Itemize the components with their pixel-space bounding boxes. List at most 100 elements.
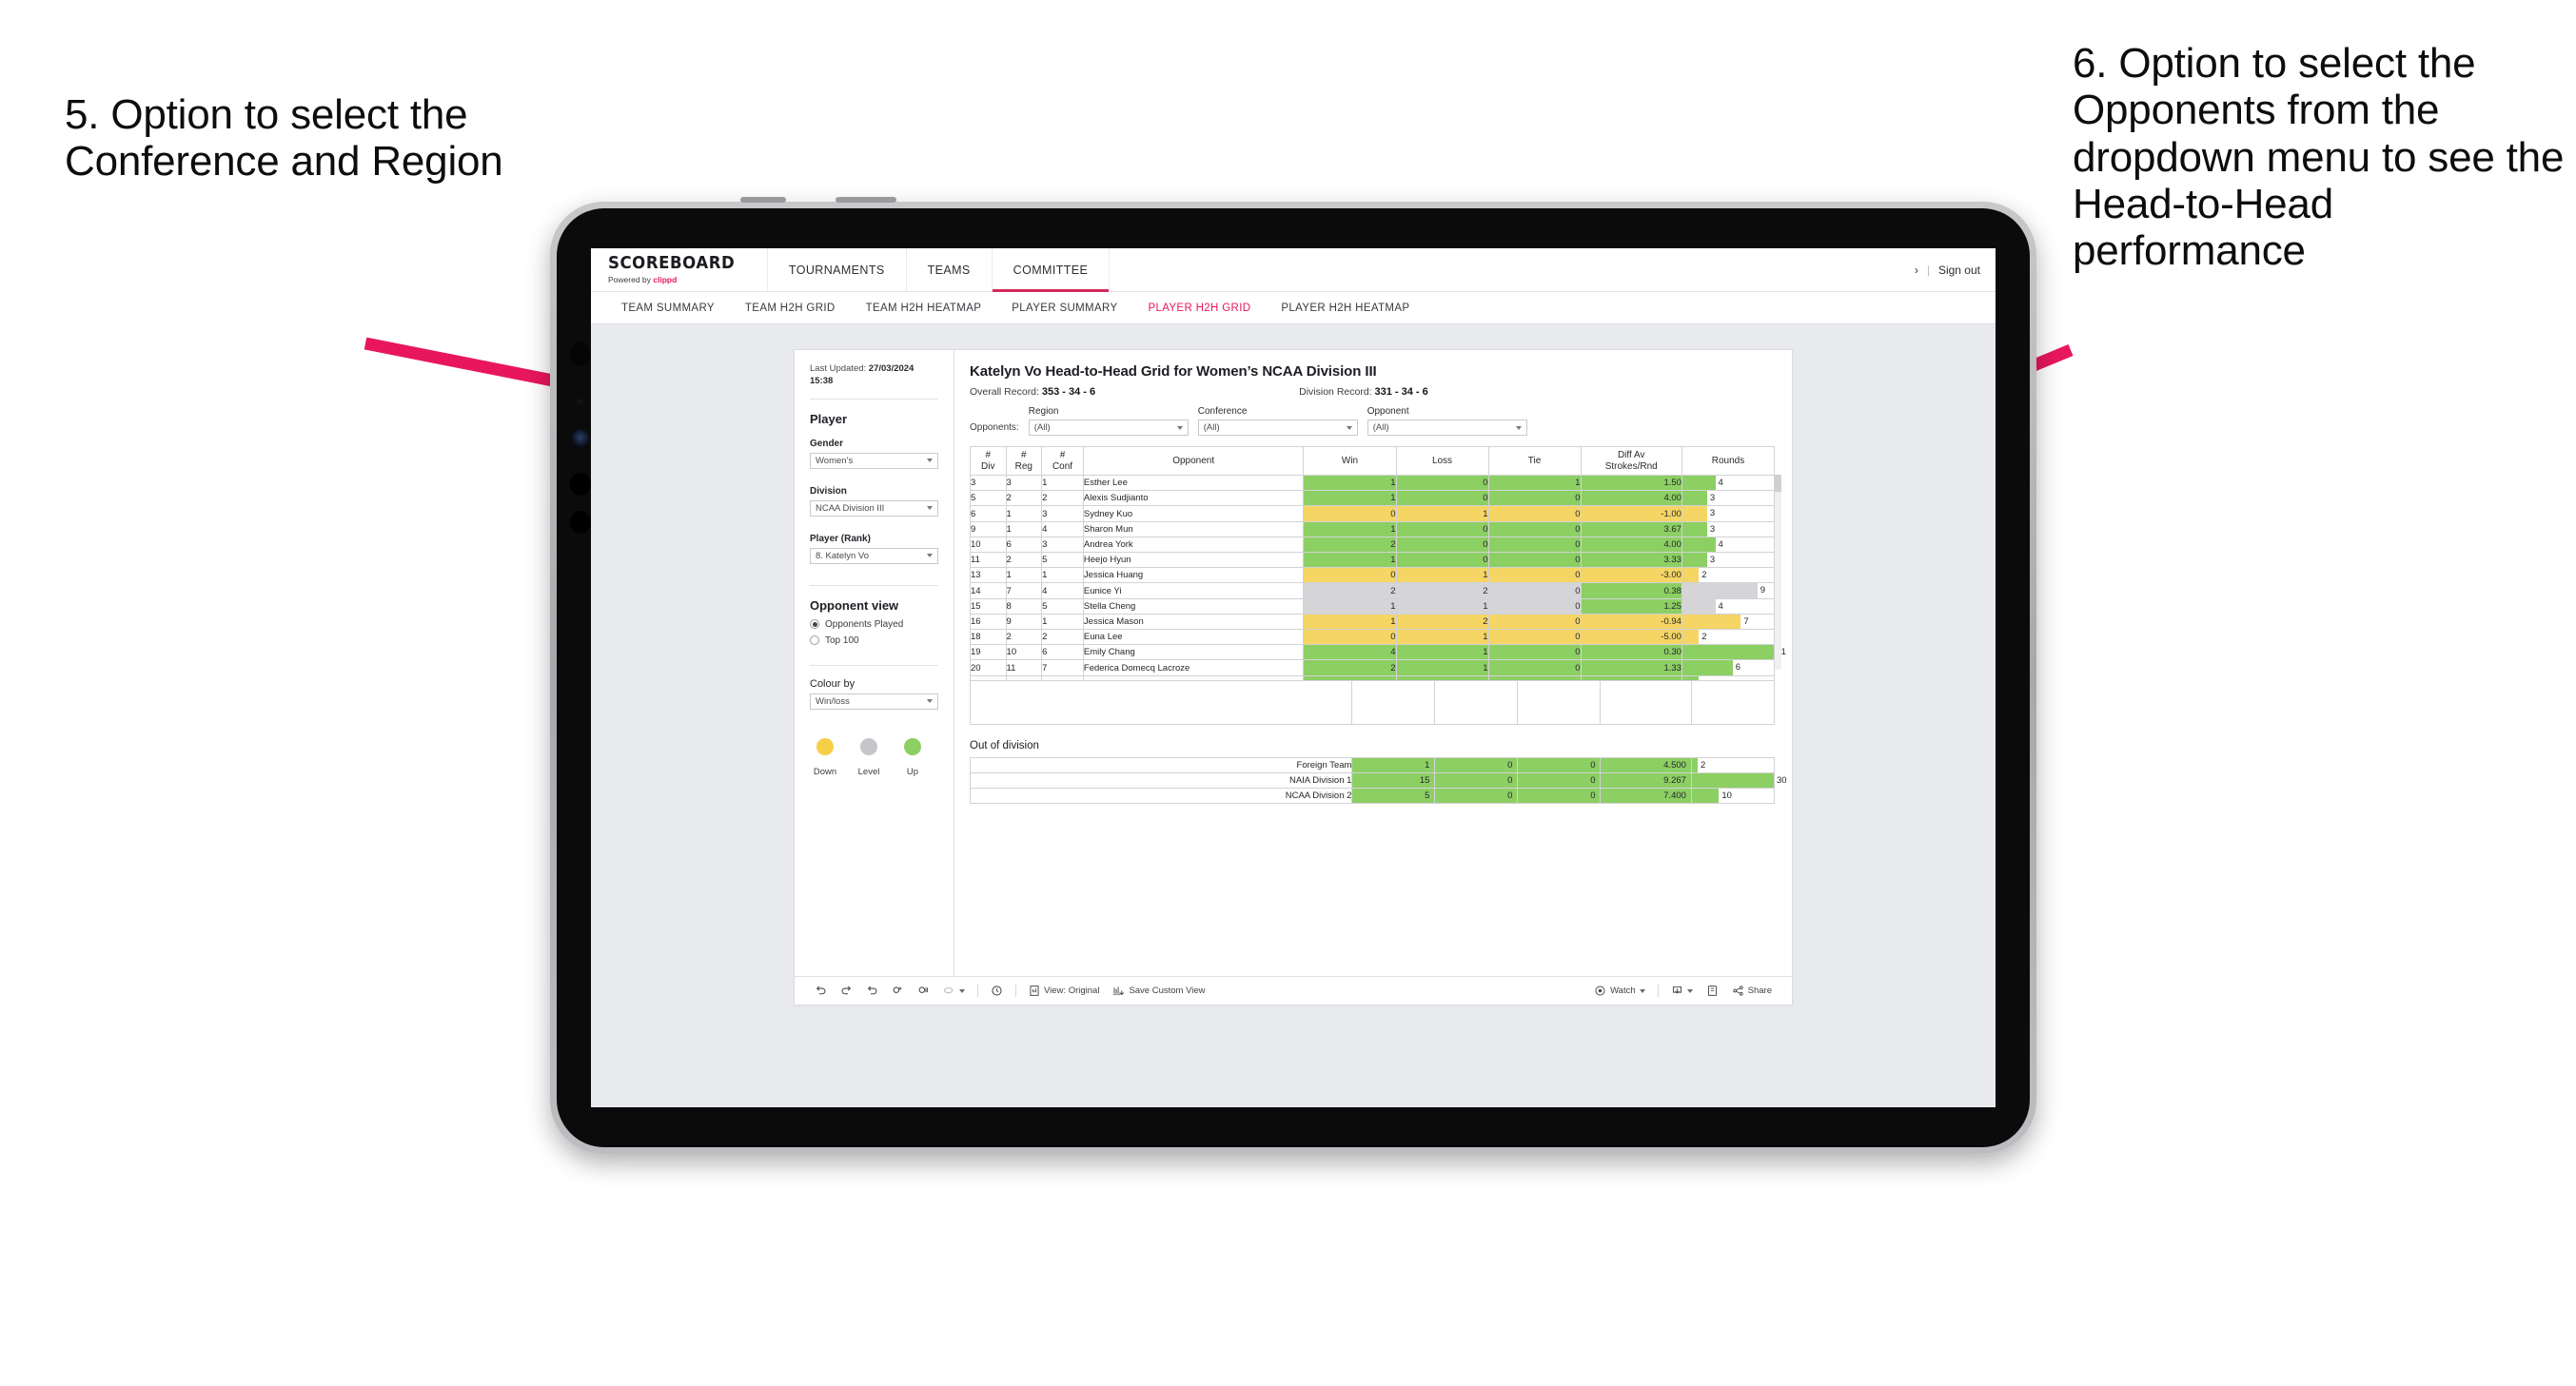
ood-cell: 5 bbox=[1351, 788, 1436, 805]
player-rank-select[interactable]: 8. Katelyn Vo bbox=[810, 547, 938, 564]
undo-button[interactable] bbox=[808, 985, 834, 997]
grid-cell: 2 bbox=[1395, 582, 1489, 599]
grid-cell: 1.33 bbox=[1580, 659, 1682, 676]
fullscreen-button[interactable] bbox=[1700, 985, 1725, 997]
share-button[interactable]: Share bbox=[1725, 985, 1779, 997]
grid-scrollbar[interactable] bbox=[1775, 475, 1781, 670]
rounds-value: 2 bbox=[1700, 759, 1706, 771]
rounds-value: 6 bbox=[1735, 662, 1741, 673]
table-row[interactable]: 9 1 4 Sharon Mun 1 0 0 3.67 3 bbox=[970, 520, 1776, 537]
radio-opponents-played[interactable]: Opponents Played bbox=[810, 619, 938, 630]
table-row-clipped[interactable] bbox=[970, 674, 1776, 681]
grid-cell: 4.00 bbox=[1580, 490, 1682, 507]
table-row[interactable]: 10 6 3 Andrea York 2 0 0 4.00 4 bbox=[970, 536, 1776, 554]
h2h-grid-container: # Div # Reg # Conf Opponent Win Loss Tie Diff Av St… bbox=[969, 446, 1786, 726]
table-row[interactable]: 14 7 4 Eunice Yi 2 2 0 0.38 9 bbox=[970, 582, 1776, 599]
rounds-bar-cell: 10 bbox=[1690, 788, 1776, 805]
table-row[interactable]: 11 2 5 Heejo Hyun 1 0 0 3.33 3 bbox=[970, 552, 1776, 569]
redo-button[interactable] bbox=[834, 985, 859, 997]
divider-2 bbox=[810, 584, 938, 586]
rounds-value: 7 bbox=[1743, 615, 1749, 627]
pad-cell bbox=[1690, 680, 1776, 726]
rounds-bar bbox=[1691, 772, 1774, 789]
grid-cell: 0 bbox=[1303, 505, 1397, 522]
ood-cell: 0 bbox=[1434, 788, 1519, 805]
clock-button[interactable] bbox=[984, 985, 1010, 997]
view-original-button[interactable]: View: Original bbox=[1022, 985, 1106, 997]
table-row[interactable]: 19106Emily Chang4100.3011 bbox=[970, 644, 1786, 661]
subnav-player-h2h-grid[interactable]: PLAYER H2H GRID bbox=[1132, 303, 1266, 314]
table-row[interactable]: 13 1 1 Jessica Huang 0 1 0 -3.00 2 bbox=[970, 567, 1776, 584]
chevron-down-icon bbox=[1686, 988, 1693, 993]
region-select[interactable]: (All) bbox=[1028, 420, 1189, 436]
conference-select[interactable]: (All) bbox=[1197, 420, 1358, 436]
grid-cell bbox=[1487, 674, 1582, 681]
grid-cell: Emily Chang bbox=[1082, 644, 1305, 661]
list-item[interactable]: NAIA Division 1 15 0 0 9.267 30 bbox=[969, 771, 1787, 790]
opponent-filter: Opponent (All) bbox=[1367, 406, 1527, 436]
refresh-button[interactable] bbox=[885, 985, 911, 997]
grid-cell bbox=[1395, 674, 1489, 681]
grid-cell: 6 bbox=[970, 505, 1007, 522]
radio-top-100[interactable]: Top 100 bbox=[810, 635, 938, 646]
grid-cell: 10 bbox=[970, 536, 1007, 554]
grid-cell: Heejo Hyun bbox=[1082, 552, 1305, 569]
ood-cell: 1 bbox=[1351, 756, 1436, 773]
list-item[interactable]: NCAA Division 2 5 0 0 7.400 10 bbox=[969, 788, 1776, 805]
division-select[interactable]: NCAA Division III bbox=[810, 499, 938, 517]
table-row[interactable]: 18 2 2 Euna Lee 0 1 0 -5.00 2 bbox=[970, 629, 1776, 646]
grid-cell: 1.50 bbox=[1580, 474, 1682, 492]
grid-cell: Sharon Mun bbox=[1082, 520, 1305, 537]
highlight-button[interactable] bbox=[936, 985, 972, 997]
revert-button[interactable] bbox=[859, 985, 885, 997]
topnav-teams[interactable]: TEAMS bbox=[907, 248, 993, 291]
grid-cell: 2 bbox=[1041, 490, 1084, 507]
save-custom-view-button[interactable]: Save Custom View bbox=[1106, 985, 1211, 997]
legend-label-down: Down bbox=[813, 766, 837, 777]
dashboard: Last Updated: 27/03/2024 15:38 Player Ge… bbox=[794, 349, 1793, 1005]
grid-cell: 0 bbox=[1303, 629, 1397, 646]
rounds-bar bbox=[1691, 789, 1720, 804]
colour-by-select[interactable]: Win/loss bbox=[810, 693, 938, 710]
subnav-player-summary[interactable]: PLAYER SUMMARY bbox=[996, 303, 1132, 314]
grid-cell: 1 bbox=[1041, 474, 1084, 492]
subnav-team-h2h-grid[interactable]: TEAM H2H GRID bbox=[730, 303, 851, 314]
list-item[interactable]: Foreign Team 1 0 0 4.500 2 bbox=[969, 756, 1776, 773]
table-row[interactable]: 20 11 7 Federica Domecq Lacroze 2 1 0 1.33 6 bbox=[970, 659, 1776, 676]
watch-button[interactable]: Watch bbox=[1587, 985, 1652, 997]
toolbar-divider bbox=[977, 985, 978, 997]
region-value: (All) bbox=[1033, 422, 1051, 433]
topnav-tournaments[interactable]: TOURNAMENTS bbox=[768, 248, 907, 291]
table-row[interactable]: 16 9 1 Jessica Mason 1 2 0 -0.94 7 bbox=[970, 613, 1776, 631]
table-row[interactable]: 6 1 3 Sydney Kuo 0 1 0 -1.00 3 bbox=[970, 505, 1776, 522]
save-custom-view-label: Save Custom View bbox=[1129, 986, 1206, 996]
table-row[interactable]: 3 3 1 Esther Lee 1 0 1 1.50 4 bbox=[970, 474, 1776, 492]
table-row[interactable]: 5 2 2 Alexis Sudjianto 1 0 0 4.00 3 bbox=[970, 490, 1776, 507]
grid-cell: 6 bbox=[1041, 644, 1084, 661]
subnav-team-summary[interactable]: TEAM SUMMARY bbox=[606, 303, 730, 314]
grid-cell: 0.38 bbox=[1580, 582, 1682, 599]
sidebar-heading-player: Player bbox=[810, 411, 848, 426]
grid-cell: 0 bbox=[1395, 552, 1489, 569]
table-row[interactable]: 15 8 5 Stella Cheng 1 1 0 1.25 4 bbox=[970, 597, 1776, 615]
gender-select[interactable]: Women’s bbox=[810, 452, 938, 469]
sign-out-link[interactable]: Sign out bbox=[1938, 264, 1980, 277]
brand-powered-by: Powered by clippd bbox=[608, 275, 746, 284]
opponent-select[interactable]: (All) bbox=[1367, 420, 1527, 436]
pause-button[interactable] bbox=[911, 985, 936, 997]
grid-cell: 19 bbox=[970, 644, 1007, 661]
grid-cell: 0 bbox=[1487, 644, 1582, 661]
download-button[interactable] bbox=[1664, 985, 1700, 997]
legend-item-up: Up bbox=[899, 737, 926, 777]
pad-cell bbox=[1600, 680, 1692, 726]
grid-cell: 4 bbox=[1041, 520, 1084, 537]
brand-logo[interactable]: SCOREBOARD Powered by clippd bbox=[591, 248, 768, 291]
chevron-right-icon[interactable]: › bbox=[1915, 264, 1918, 277]
topnav-committee[interactable]: COMMITTEE bbox=[992, 248, 1111, 292]
chevron-down-icon bbox=[1639, 988, 1645, 993]
divider bbox=[810, 398, 938, 400]
subnav-team-h2h-heatmap[interactable]: TEAM H2H HEATMAP bbox=[851, 303, 997, 314]
scrollbar-thumb[interactable] bbox=[1775, 475, 1781, 492]
subnav-player-h2h-heatmap[interactable]: PLAYER H2H HEATMAP bbox=[1266, 303, 1425, 314]
app-header: SCOREBOARD Powered by clippd TOURNAMENTS… bbox=[591, 248, 1996, 292]
